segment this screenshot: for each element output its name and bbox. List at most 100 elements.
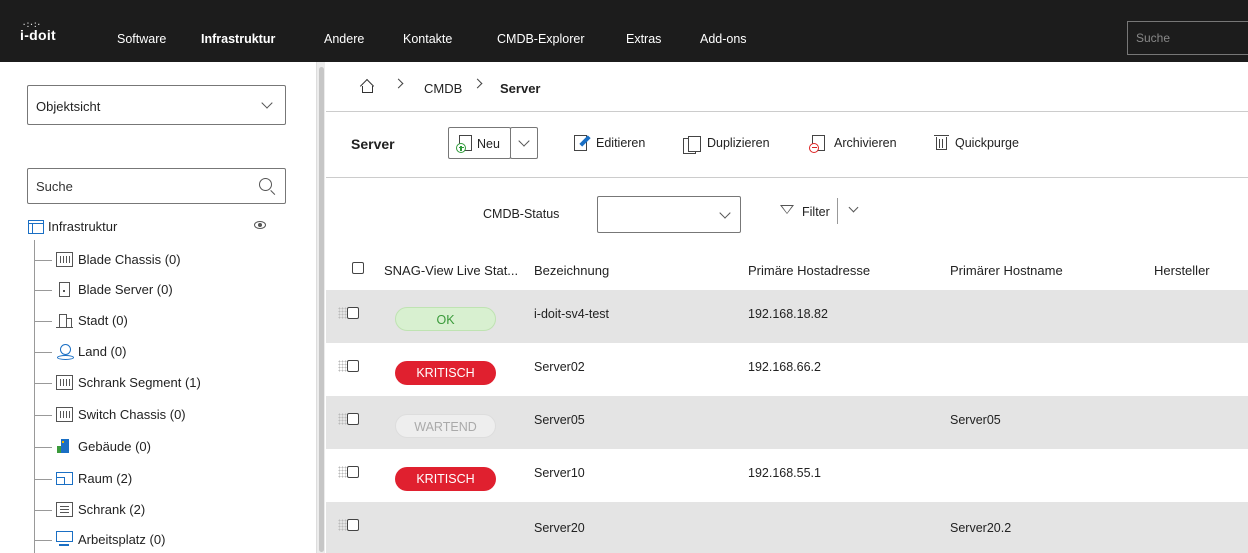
chevron-down-icon bbox=[261, 97, 273, 109]
new-button-label: Neu bbox=[477, 137, 500, 151]
column-header-snag-view[interactable]: SNAG-View Live Stat... bbox=[384, 263, 518, 278]
trash-icon bbox=[934, 135, 949, 150]
tree-item-label: Schrank Segment (1) bbox=[78, 375, 201, 390]
tree-branch-line bbox=[34, 479, 52, 480]
tree-item-label: Gebäude (0) bbox=[78, 439, 151, 454]
nav-item-extras[interactable]: Extras bbox=[626, 32, 661, 46]
server-icon bbox=[59, 282, 70, 297]
chevron-down-icon[interactable] bbox=[848, 202, 859, 213]
tree-branch-line bbox=[34, 260, 52, 261]
i-doit-logo[interactable]: ·:·:· i-doit bbox=[20, 20, 56, 43]
row-checkbox[interactable] bbox=[347, 360, 359, 372]
status-badge: OK bbox=[395, 307, 496, 331]
nav-item-cmdb-explorer[interactable]: CMDB-Explorer bbox=[497, 32, 585, 46]
quickpurge-button-label: Quickpurge bbox=[955, 136, 1019, 150]
breadcrumb-item-current: Server bbox=[500, 81, 541, 96]
table-header: SNAG-View Live Stat... Bezeichnung Primä… bbox=[326, 252, 1248, 290]
tree-search-placeholder: Suche bbox=[36, 179, 73, 194]
cell-name[interactable]: i-doit-sv4-test bbox=[534, 307, 609, 321]
scrollbar-thumb[interactable] bbox=[319, 67, 324, 552]
table-row[interactable]: WARTEND Server05 Server05 bbox=[326, 396, 1248, 449]
tree-connector-line bbox=[34, 240, 35, 553]
column-header-primaere-hostadresse[interactable]: Primäre Hostadresse bbox=[748, 263, 870, 278]
breadcrumb-item-cmdb[interactable]: CMDB bbox=[424, 81, 462, 96]
nav-item-add-ons[interactable]: Add-ons bbox=[700, 32, 747, 46]
select-all-checkbox[interactable] bbox=[352, 262, 364, 274]
cabinet-icon bbox=[56, 502, 73, 517]
rack-icon bbox=[56, 407, 73, 422]
cell-hostname: Server20.2 bbox=[950, 521, 1012, 535]
nav-item-infrastruktur[interactable]: Infrastruktur bbox=[201, 32, 275, 46]
row-checkbox[interactable] bbox=[347, 413, 359, 425]
global-search-placeholder: Suche bbox=[1136, 31, 1171, 45]
row-checkbox[interactable] bbox=[347, 307, 359, 319]
table-row[interactable]: Server20 Server20.2 bbox=[326, 502, 1248, 553]
view-select-value: Objektsicht bbox=[36, 99, 101, 114]
cell-name[interactable]: Server02 bbox=[534, 360, 585, 374]
duplicate-icon bbox=[683, 136, 701, 154]
chevron-down-icon bbox=[518, 135, 530, 147]
tree-branch-line bbox=[34, 540, 52, 541]
sidebar-resize-handle[interactable] bbox=[316, 62, 325, 553]
table-row[interactable]: KRITISCH Server10 192.168.55.1 bbox=[326, 449, 1248, 502]
global-search-input[interactable]: Suche bbox=[1127, 21, 1248, 55]
new-dropdown-button[interactable] bbox=[510, 127, 538, 159]
drag-handle-icon[interactable] bbox=[338, 466, 347, 478]
status-badge: WARTEND bbox=[395, 414, 496, 438]
eye-icon[interactable] bbox=[254, 221, 266, 229]
drag-handle-icon[interactable] bbox=[338, 519, 347, 531]
tree-item-label: Switch Chassis (0) bbox=[78, 407, 186, 422]
rack-icon bbox=[56, 375, 73, 390]
cell-host-address: 192.168.55.1 bbox=[748, 466, 821, 480]
row-checkbox[interactable] bbox=[347, 466, 359, 478]
drag-handle-icon[interactable] bbox=[338, 413, 347, 425]
tree-branch-line bbox=[34, 447, 52, 448]
top-navigation-bar: ·:·:· i-doit Software Infrastruktur Ander… bbox=[0, 0, 1248, 62]
cmdb-status-select[interactable] bbox=[597, 196, 741, 233]
cell-host-address: 192.168.18.82 bbox=[748, 307, 828, 321]
table-row[interactable]: OK i-doit-sv4-test 192.168.18.82 bbox=[326, 290, 1248, 343]
filter-divider bbox=[837, 198, 838, 224]
chevron-right-icon bbox=[472, 78, 483, 89]
page-title: Server bbox=[351, 136, 395, 152]
column-header-bezeichnung[interactable]: Bezeichnung bbox=[534, 263, 609, 278]
column-header-hersteller[interactable]: Hersteller bbox=[1154, 263, 1210, 278]
tree-branch-line bbox=[34, 383, 52, 384]
drag-handle-icon[interactable] bbox=[338, 307, 347, 319]
new-button[interactable]: Neu bbox=[448, 127, 511, 159]
row-checkbox[interactable] bbox=[347, 519, 359, 531]
tree-root-label: Infrastruktur bbox=[48, 219, 118, 234]
search-icon[interactable] bbox=[259, 178, 272, 191]
city-icon bbox=[56, 313, 73, 328]
cell-name[interactable]: Server10 bbox=[534, 466, 585, 480]
chevron-down-icon bbox=[719, 207, 731, 219]
cell-name[interactable]: Server05 bbox=[534, 413, 585, 427]
nav-item-andere[interactable]: Andere bbox=[324, 32, 364, 46]
breadcrumb: CMDB Server bbox=[326, 62, 1248, 112]
tree-item-label: Blade Server (0) bbox=[78, 282, 173, 297]
home-icon[interactable] bbox=[360, 80, 373, 93]
tree-branch-line bbox=[34, 290, 52, 291]
drag-handle-icon[interactable] bbox=[338, 360, 347, 372]
location-pin-icon bbox=[56, 344, 74, 360]
edit-button-label: Editieren bbox=[596, 136, 646, 150]
tree-item-label: Arbeitsplatz (0) bbox=[78, 532, 166, 547]
tree-branch-line bbox=[34, 415, 52, 416]
table-row[interactable]: KRITISCH Server02 192.168.66.2 bbox=[326, 343, 1248, 396]
column-header-primaerer-hostname[interactable]: Primärer Hostname bbox=[950, 263, 1063, 278]
tree-search-input[interactable]: Suche bbox=[27, 168, 286, 204]
edit-icon bbox=[574, 135, 591, 151]
tree-item-label: Raum (2) bbox=[78, 471, 133, 486]
new-document-icon bbox=[456, 135, 472, 153]
room-icon bbox=[56, 472, 73, 485]
duplicate-button-label: Duplizieren bbox=[707, 136, 770, 150]
cell-host-address: 192.168.66.2 bbox=[748, 360, 821, 374]
nav-item-kontakte[interactable]: Kontakte bbox=[403, 32, 452, 46]
tree-branch-line bbox=[34, 321, 52, 322]
chevron-right-icon bbox=[393, 78, 404, 89]
view-select[interactable]: Objektsicht bbox=[27, 85, 286, 125]
tree-item-label: Blade Chassis (0) bbox=[78, 252, 181, 267]
nav-item-software[interactable]: Software bbox=[117, 32, 166, 46]
tree-item-label: Schrank (2) bbox=[78, 502, 146, 517]
cell-name[interactable]: Server20 bbox=[534, 521, 585, 535]
